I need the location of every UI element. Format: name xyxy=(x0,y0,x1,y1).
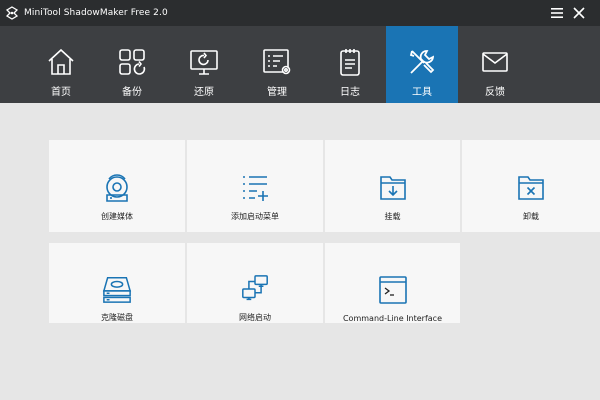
nav-item-manage[interactable]: 管理 xyxy=(241,26,313,103)
feedback-icon xyxy=(482,52,508,72)
nav-label: 工具 xyxy=(412,87,432,98)
nav-item-home[interactable]: 首页 xyxy=(25,26,97,103)
tool-tile-label: 挂载 xyxy=(384,212,401,221)
home-icon xyxy=(48,48,74,75)
tool-tile-command-line[interactable]: Command-Line Interface xyxy=(325,243,460,323)
nav-label: 首页 xyxy=(51,87,71,98)
tool-tile-boot-menu[interactable]: 添加启动菜单 xyxy=(187,140,323,232)
tool-tile-label: 网络启动 xyxy=(239,313,271,322)
mount-icon xyxy=(379,176,406,200)
tool-tile-network-boot[interactable]: 网络启动 xyxy=(187,243,323,323)
backup-icon xyxy=(119,49,146,75)
restore-icon xyxy=(190,50,218,75)
menu-icon[interactable] xyxy=(550,6,564,20)
media-builder-icon xyxy=(106,174,128,202)
tool-tile-label: 卸载 xyxy=(523,212,539,221)
boot-menu-icon xyxy=(243,176,268,201)
tool-tile-label: 克隆磁盘 xyxy=(101,313,133,322)
nav-label: 管理 xyxy=(267,87,287,98)
app-logo-icon xyxy=(5,6,19,20)
tools-icon xyxy=(409,50,435,74)
manage-icon xyxy=(263,49,291,75)
nav-item-feedback[interactable]: 反馈 xyxy=(459,26,531,103)
nav-item-tools[interactable]: 工具 xyxy=(386,26,458,103)
nav-label: 备份 xyxy=(122,87,142,98)
nav-item-backup[interactable]: 备份 xyxy=(96,26,168,103)
tool-tile-label: 添加启动菜单 xyxy=(231,212,279,221)
tool-tile-label: 创建媒体 xyxy=(101,212,133,221)
nav-item-restore[interactable]: 还原 xyxy=(168,26,240,103)
nav-item-log[interactable]: 日志 xyxy=(314,26,386,103)
network-boot-icon xyxy=(242,275,268,301)
tool-tile-dismount[interactable]: 卸载 xyxy=(462,140,600,232)
app-title: MiniTool ShadowMaker Free 2.0 xyxy=(24,8,168,18)
nav-label: 日志 xyxy=(340,87,360,98)
tool-tile-label: Command-Line Interface xyxy=(342,314,443,323)
nav-label: 反馈 xyxy=(485,87,505,98)
nav-label: 还原 xyxy=(194,87,214,98)
tool-tile-mount[interactable]: 挂载 xyxy=(325,140,460,232)
tool-tile-clone-disk[interactable]: 克隆磁盘 xyxy=(49,243,185,323)
main-nav: 首页 备份 还原 管理 日志 工具 反馈 xyxy=(0,26,600,103)
command-line-icon xyxy=(378,276,407,304)
log-icon xyxy=(340,49,360,76)
tool-tile-media-builder[interactable]: 创建媒体 xyxy=(49,140,185,232)
dismount-icon xyxy=(518,176,544,200)
title-bar: MiniTool ShadowMaker Free 2.0 xyxy=(0,0,600,26)
close-icon[interactable] xyxy=(572,6,586,20)
clone-disk-icon xyxy=(102,277,132,303)
